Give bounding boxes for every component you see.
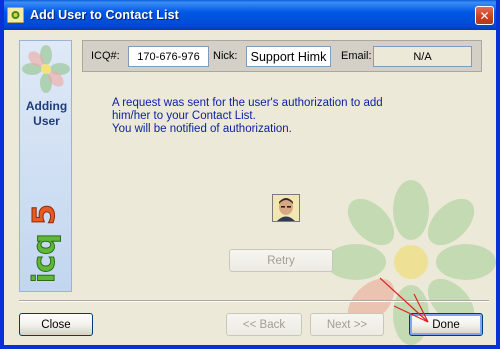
side-label: Adding User xyxy=(20,99,71,129)
side-label-line2: User xyxy=(33,114,60,128)
user-info-bar: ICQ#: 170-676-976 Nick: Support Himk Ema… xyxy=(82,40,482,72)
icq-flower-icon xyxy=(7,7,24,23)
side-panel: Adding User icq 5 xyxy=(19,40,72,292)
side-label-line1: Adding xyxy=(25,99,68,113)
icq-flower-decoration-icon xyxy=(22,45,70,93)
icq5-logo-icon: icq 5 xyxy=(27,204,63,283)
svg-text:icq: icq xyxy=(27,233,62,283)
user-avatar-icon xyxy=(273,195,299,221)
nick-label: Nick: xyxy=(213,50,238,62)
add-user-dialog: Add User to Contact List ✕ Adding User i… xyxy=(0,0,500,349)
icq-number-label: ICQ#: xyxy=(91,50,120,62)
retry-button[interactable]: Retry xyxy=(229,249,333,272)
close-button[interactable]: Close xyxy=(19,313,93,336)
svg-text:5: 5 xyxy=(27,204,62,225)
next-button[interactable]: Next >> xyxy=(310,313,384,336)
email-field[interactable]: N/A xyxy=(373,46,472,67)
title-bar[interactable]: Add User to Contact List ✕ xyxy=(4,0,496,30)
annotation-arrow-icon xyxy=(379,277,429,323)
close-icon[interactable]: ✕ xyxy=(475,6,494,25)
icq-number-field[interactable]: 170-676-976 xyxy=(128,46,209,67)
avatar xyxy=(272,194,300,222)
status-message: A request was sent for the user's author… xyxy=(112,97,383,135)
back-button[interactable]: << Back xyxy=(226,313,302,336)
email-label: Email: xyxy=(341,50,372,62)
nick-field[interactable]: Support Himk xyxy=(246,46,331,67)
window-title: Add User to Contact List xyxy=(30,8,179,22)
